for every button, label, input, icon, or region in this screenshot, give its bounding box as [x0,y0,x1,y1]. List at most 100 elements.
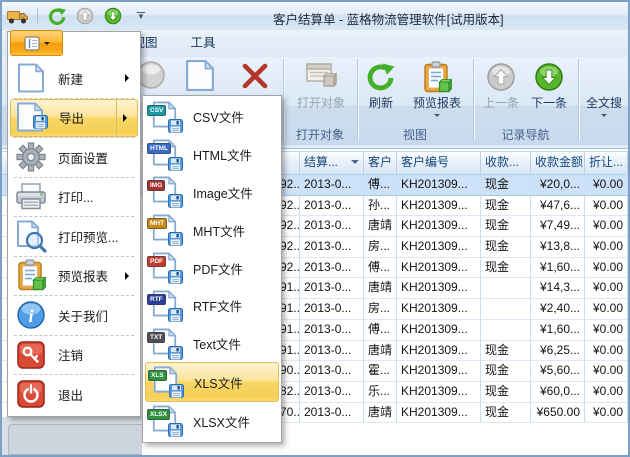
menu-item-print[interactable]: 打印... [9,178,139,217]
refresh-icon[interactable] [46,6,68,26]
export-submenu-panel: CSVCSV文件HTMLHTML文件IMGImage文件MHTMHT文件PDFP… [142,95,282,443]
table-cell: ¥0.00 [585,258,628,279]
menu-item-export[interactable]: 导出 [10,99,138,138]
menu-item-print-preview[interactable]: 打印预览... [9,217,139,256]
table-cell: 2013-0... [300,361,364,382]
toolbar-separator [37,8,38,24]
export-item-pdf[interactable]: PDFPDF文件 [144,249,280,287]
table-cell: ¥0.00 [585,237,628,258]
export-item-mht[interactable]: MHTMHT文件 [144,211,280,249]
column-header[interactable]: 收款金额 [531,152,585,174]
export-item-label: XLSX文件 [193,412,250,431]
column-header[interactable]: 客户 [364,152,397,174]
print-preview-icon [14,220,48,253]
previous-record-button[interactable]: 上一条 [478,58,524,124]
column-header[interactable]: 客户编号 [397,152,481,174]
export-icon [15,102,49,134]
table-cell: ¥0.00 [585,320,628,341]
table-cell: ¥2,40... [531,299,585,320]
toolbar-more-icon[interactable]: ▼ [130,6,152,26]
app-truck-icon[interactable] [7,6,29,26]
table-cell: 2013-0... [300,175,364,196]
export-item-label: Image文件 [193,183,253,202]
file-mht-icon: MHT [149,214,183,246]
app-menu-button[interactable] [10,30,63,56]
table-cell: ¥1,60... [531,320,585,341]
export-item-csv[interactable]: CSVCSV文件 [144,98,280,136]
table-cell: 2013-0... [300,403,364,424]
table-cell: 2013-0... [300,216,364,237]
table-cell: 唐靖 [364,278,397,299]
export-item-rtf[interactable]: RTFRTF文件 [144,287,280,325]
export-item-txt[interactable]: TXTText文件 [144,325,280,363]
delete-icon[interactable] [239,60,271,97]
export-item-xls[interactable]: XLSXLS文件 [145,362,279,402]
open-object-label: 打开对象 [297,96,345,110]
export-item-xlsx[interactable]: XLSX XLSX文件 [144,402,280,440]
table-cell: 现金 [481,341,531,362]
menu-item-report[interactable]: 预览报表 [9,257,139,296]
table-cell: 现金 [481,258,531,279]
nav-down-icon[interactable] [102,6,124,26]
column-header[interactable]: 折让... [585,152,628,174]
tab-tools[interactable]: 工具 [180,30,226,57]
fulltext-search-button[interactable]: 全文搜 [580,58,628,124]
open-object-icon [304,58,338,96]
menu-item-label: 打印预览... [58,227,139,246]
table-cell: 2013-0... [300,278,364,299]
table-cell: KH201309... [397,403,481,424]
menu-item-label: 导出 [59,108,116,127]
table-cell: 2013-0... [300,237,364,258]
table-cell: 现金 [481,175,531,196]
refresh-button[interactable]: 刷新 [358,58,404,124]
table-cell: KH201309... [397,299,481,320]
table-cell: ¥0.00 [585,403,628,424]
group-label-record-nav: 记录导航 [473,126,578,142]
table-cell: KH201309... [397,361,481,382]
page-setup-icon [14,142,48,172]
preview-report-button[interactable]: 预览报表 [406,58,468,124]
table-cell: KH201309... [397,278,481,299]
table-cell: ¥5,60... [531,361,585,382]
exit-icon [14,380,48,408]
preview-report-label: 预览报表 [413,96,461,110]
export-item-label: PDF文件 [193,259,243,278]
table-cell: 霍... [364,361,397,382]
export-item-html[interactable]: HTMLHTML文件 [144,136,280,174]
new-document-icon[interactable] [185,59,215,97]
refresh-label: 刷新 [369,96,393,110]
submenu-arrow-icon [116,100,137,137]
table-cell: 孙... [364,196,397,217]
report-icon [422,58,452,96]
nav-up-icon[interactable] [74,6,96,26]
window-title: 客户结算单 - 蓝格物流管理软件[试用版本] [273,9,504,28]
table-cell [481,320,531,341]
menu-item-label: 预览报表 [58,266,119,285]
fulltext-search-label: 全文搜 [586,96,622,110]
column-header[interactable]: 结算... [300,152,364,174]
table-cell: 房... [364,237,397,258]
next-record-button[interactable]: 下一条 [526,58,572,124]
svg-text:i: i [28,306,33,326]
table-cell: ¥6,25... [531,341,585,362]
sort-desc-icon [351,160,359,168]
export-item-label: CSV文件 [193,107,244,126]
table-cell: ¥0.00 [585,216,628,237]
menu-item-exit[interactable]: 退出 [9,375,139,414]
menu-item-new-page[interactable]: 新建 [9,59,139,98]
group-label-view: 视图 [357,126,473,142]
menu-item-label: 退出 [58,385,139,404]
table-cell: 傅... [364,258,397,279]
open-object-button[interactable]: 打开对象 [288,58,354,124]
menu-item-about[interactable]: i关于我们 [9,296,139,335]
file-xlsx-icon: XLSX [149,405,183,437]
table-cell: 现金 [481,196,531,217]
menu-item-page-setup[interactable]: 页面设置 [9,138,139,177]
column-header[interactable]: 收款... [481,152,531,174]
export-item-label: Text文件 [193,334,241,353]
export-item-img[interactable]: IMGImage文件 [144,174,280,212]
print-icon [14,182,48,211]
menu-item-logout[interactable]: 注销 [9,336,139,375]
table-cell: KH201309... [397,237,481,258]
app-menu-icon [24,36,40,51]
